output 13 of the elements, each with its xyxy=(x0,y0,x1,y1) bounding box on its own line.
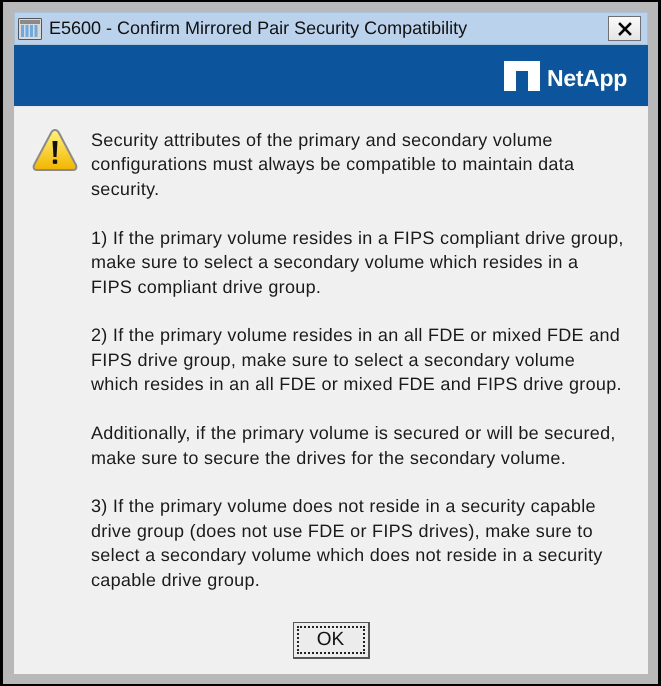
message-paragraph: 3) If the primary volume does not reside in a security capable drive group (does not use FDE or FIPS drives), make sure to select a secondary volume which does not reside in a security capable drive group. xyxy=(91,495,604,592)
window-title: E5600 - Confirm Mirrored Pair Security Compatibility xyxy=(49,18,468,39)
ok-button[interactable]: OK xyxy=(292,622,370,659)
logo-icon xyxy=(504,60,540,90)
message-paragraph: 1) If the primary volume resides in a FIPS compliant drive group, make sure to select a secondary volume which resides in a FIPS compliant drive group. xyxy=(91,226,624,299)
message-paragraph: 2) If the primary volume resides in an all FDE or mixed FDE and FIPS drive group, make sure to select a secondary volume which resides in an all FDE or mixed FDE and FIPS drive group. xyxy=(91,324,623,396)
close-button[interactable] xyxy=(608,16,641,41)
message-paragraph: Additionally, if the primary volume is secured or will be secured, make sure to secure the drives for the secondary volume. xyxy=(91,422,617,470)
message-paragraph: Security attributes of the primary and secondary volume configurations must always be compatible to maintain data security. xyxy=(91,129,576,201)
warning-icon xyxy=(32,128,78,172)
logo-text: NetApp xyxy=(547,65,627,92)
close-icon xyxy=(618,22,632,36)
storage-array-icon xyxy=(18,18,42,40)
